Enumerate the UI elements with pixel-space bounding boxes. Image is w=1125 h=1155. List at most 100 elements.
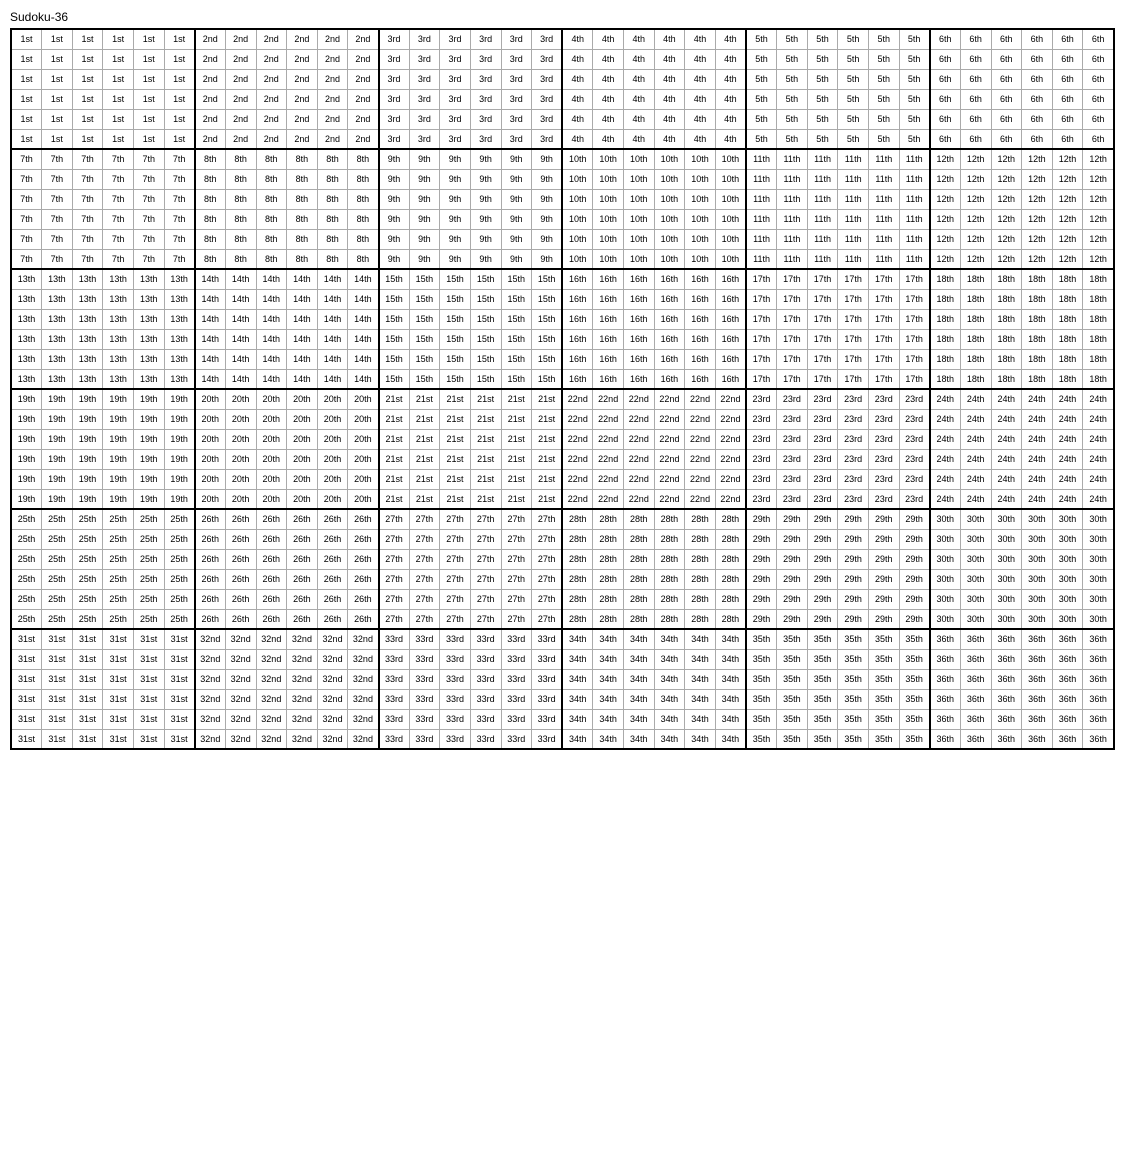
cell: 34th bbox=[685, 729, 716, 749]
cell: 33rd bbox=[440, 629, 471, 649]
cell: 22nd bbox=[654, 429, 685, 449]
cell: 20th bbox=[195, 429, 226, 449]
cell: 17th bbox=[807, 269, 838, 289]
cell: 25th bbox=[103, 529, 134, 549]
cell: 22nd bbox=[654, 409, 685, 429]
cell: 27th bbox=[379, 549, 410, 569]
cell: 18th bbox=[1022, 289, 1053, 309]
cell: 33rd bbox=[501, 629, 532, 649]
cell: 4th bbox=[562, 49, 593, 69]
cell: 29th bbox=[838, 609, 869, 629]
cell: 21st bbox=[532, 449, 563, 469]
cell: 23rd bbox=[807, 489, 838, 509]
cell: 19th bbox=[72, 409, 103, 429]
cell: 5th bbox=[899, 89, 930, 109]
page: Sudoku-36 1st1st1st1st1st1st2nd2nd2nd2nd… bbox=[0, 0, 1125, 760]
cell: 9th bbox=[532, 209, 563, 229]
cell: 23rd bbox=[869, 409, 900, 429]
cell: 26th bbox=[256, 569, 287, 589]
cell: 8th bbox=[195, 249, 226, 269]
cell: 8th bbox=[348, 169, 379, 189]
cell: 33rd bbox=[470, 649, 501, 669]
cell: 17th bbox=[746, 269, 777, 289]
cell: 12th bbox=[1052, 149, 1083, 169]
cell: 23rd bbox=[899, 389, 930, 409]
cell: 2nd bbox=[348, 29, 379, 49]
cell: 27th bbox=[470, 529, 501, 549]
cell: 26th bbox=[225, 509, 256, 529]
cell: 24th bbox=[1022, 469, 1053, 489]
cell: 3rd bbox=[409, 49, 440, 69]
cell: 24th bbox=[991, 409, 1022, 429]
cell: 7th bbox=[134, 189, 165, 209]
cell: 11th bbox=[838, 229, 869, 249]
cell: 17th bbox=[838, 309, 869, 329]
cell: 4th bbox=[624, 29, 655, 49]
cell: 25th bbox=[164, 549, 195, 569]
cell: 31st bbox=[42, 689, 73, 709]
cell: 21st bbox=[440, 409, 471, 429]
cell: 19th bbox=[164, 409, 195, 429]
cell: 8th bbox=[317, 249, 348, 269]
cell: 23rd bbox=[807, 429, 838, 449]
cell: 30th bbox=[1052, 569, 1083, 589]
cell: 27th bbox=[501, 529, 532, 549]
cell: 4th bbox=[715, 129, 746, 149]
cell: 24th bbox=[1083, 489, 1114, 509]
cell: 30th bbox=[991, 509, 1022, 529]
cell: 30th bbox=[960, 549, 991, 569]
cell: 28th bbox=[685, 569, 716, 589]
cell: 14th bbox=[195, 309, 226, 329]
cell: 16th bbox=[593, 289, 624, 309]
cell: 32nd bbox=[348, 649, 379, 669]
cell: 12th bbox=[1022, 189, 1053, 209]
cell: 33rd bbox=[440, 669, 471, 689]
cell: 30th bbox=[1052, 509, 1083, 529]
cell: 21st bbox=[440, 429, 471, 449]
cell: 10th bbox=[715, 169, 746, 189]
cell: 10th bbox=[624, 249, 655, 269]
cell: 5th bbox=[807, 29, 838, 49]
cell: 17th bbox=[869, 329, 900, 349]
cell: 16th bbox=[654, 329, 685, 349]
cell: 28th bbox=[654, 529, 685, 549]
cell: 23rd bbox=[838, 389, 869, 409]
cell: 5th bbox=[777, 29, 808, 49]
cell: 1st bbox=[103, 49, 134, 69]
cell: 22nd bbox=[624, 469, 655, 489]
cell: 5th bbox=[746, 29, 777, 49]
cell: 6th bbox=[930, 109, 961, 129]
cell: 5th bbox=[777, 89, 808, 109]
cell: 12th bbox=[991, 189, 1022, 209]
cell: 18th bbox=[930, 369, 961, 389]
cell: 5th bbox=[807, 109, 838, 129]
cell: 24th bbox=[991, 429, 1022, 449]
cell: 22nd bbox=[685, 429, 716, 449]
cell: 35th bbox=[746, 689, 777, 709]
cell: 31st bbox=[164, 729, 195, 749]
cell: 18th bbox=[1083, 369, 1114, 389]
cell: 23rd bbox=[746, 409, 777, 429]
cell: 4th bbox=[715, 49, 746, 69]
cell: 1st bbox=[103, 109, 134, 129]
cell: 6th bbox=[930, 29, 961, 49]
cell: 2nd bbox=[225, 49, 256, 69]
cell: 14th bbox=[195, 289, 226, 309]
cell: 4th bbox=[685, 29, 716, 49]
cell: 9th bbox=[532, 229, 563, 249]
cell: 15th bbox=[379, 369, 410, 389]
cell: 35th bbox=[899, 709, 930, 729]
cell: 8th bbox=[256, 209, 287, 229]
cell: 36th bbox=[991, 689, 1022, 709]
cell: 4th bbox=[715, 29, 746, 49]
cell: 10th bbox=[562, 229, 593, 249]
cell: 32nd bbox=[348, 629, 379, 649]
cell: 30th bbox=[1083, 549, 1114, 569]
cell: 16th bbox=[685, 309, 716, 329]
cell: 14th bbox=[348, 289, 379, 309]
cell: 18th bbox=[1083, 349, 1114, 369]
cell: 17th bbox=[869, 349, 900, 369]
cell: 12th bbox=[991, 169, 1022, 189]
cell: 23rd bbox=[838, 429, 869, 449]
cell: 32nd bbox=[287, 669, 318, 689]
